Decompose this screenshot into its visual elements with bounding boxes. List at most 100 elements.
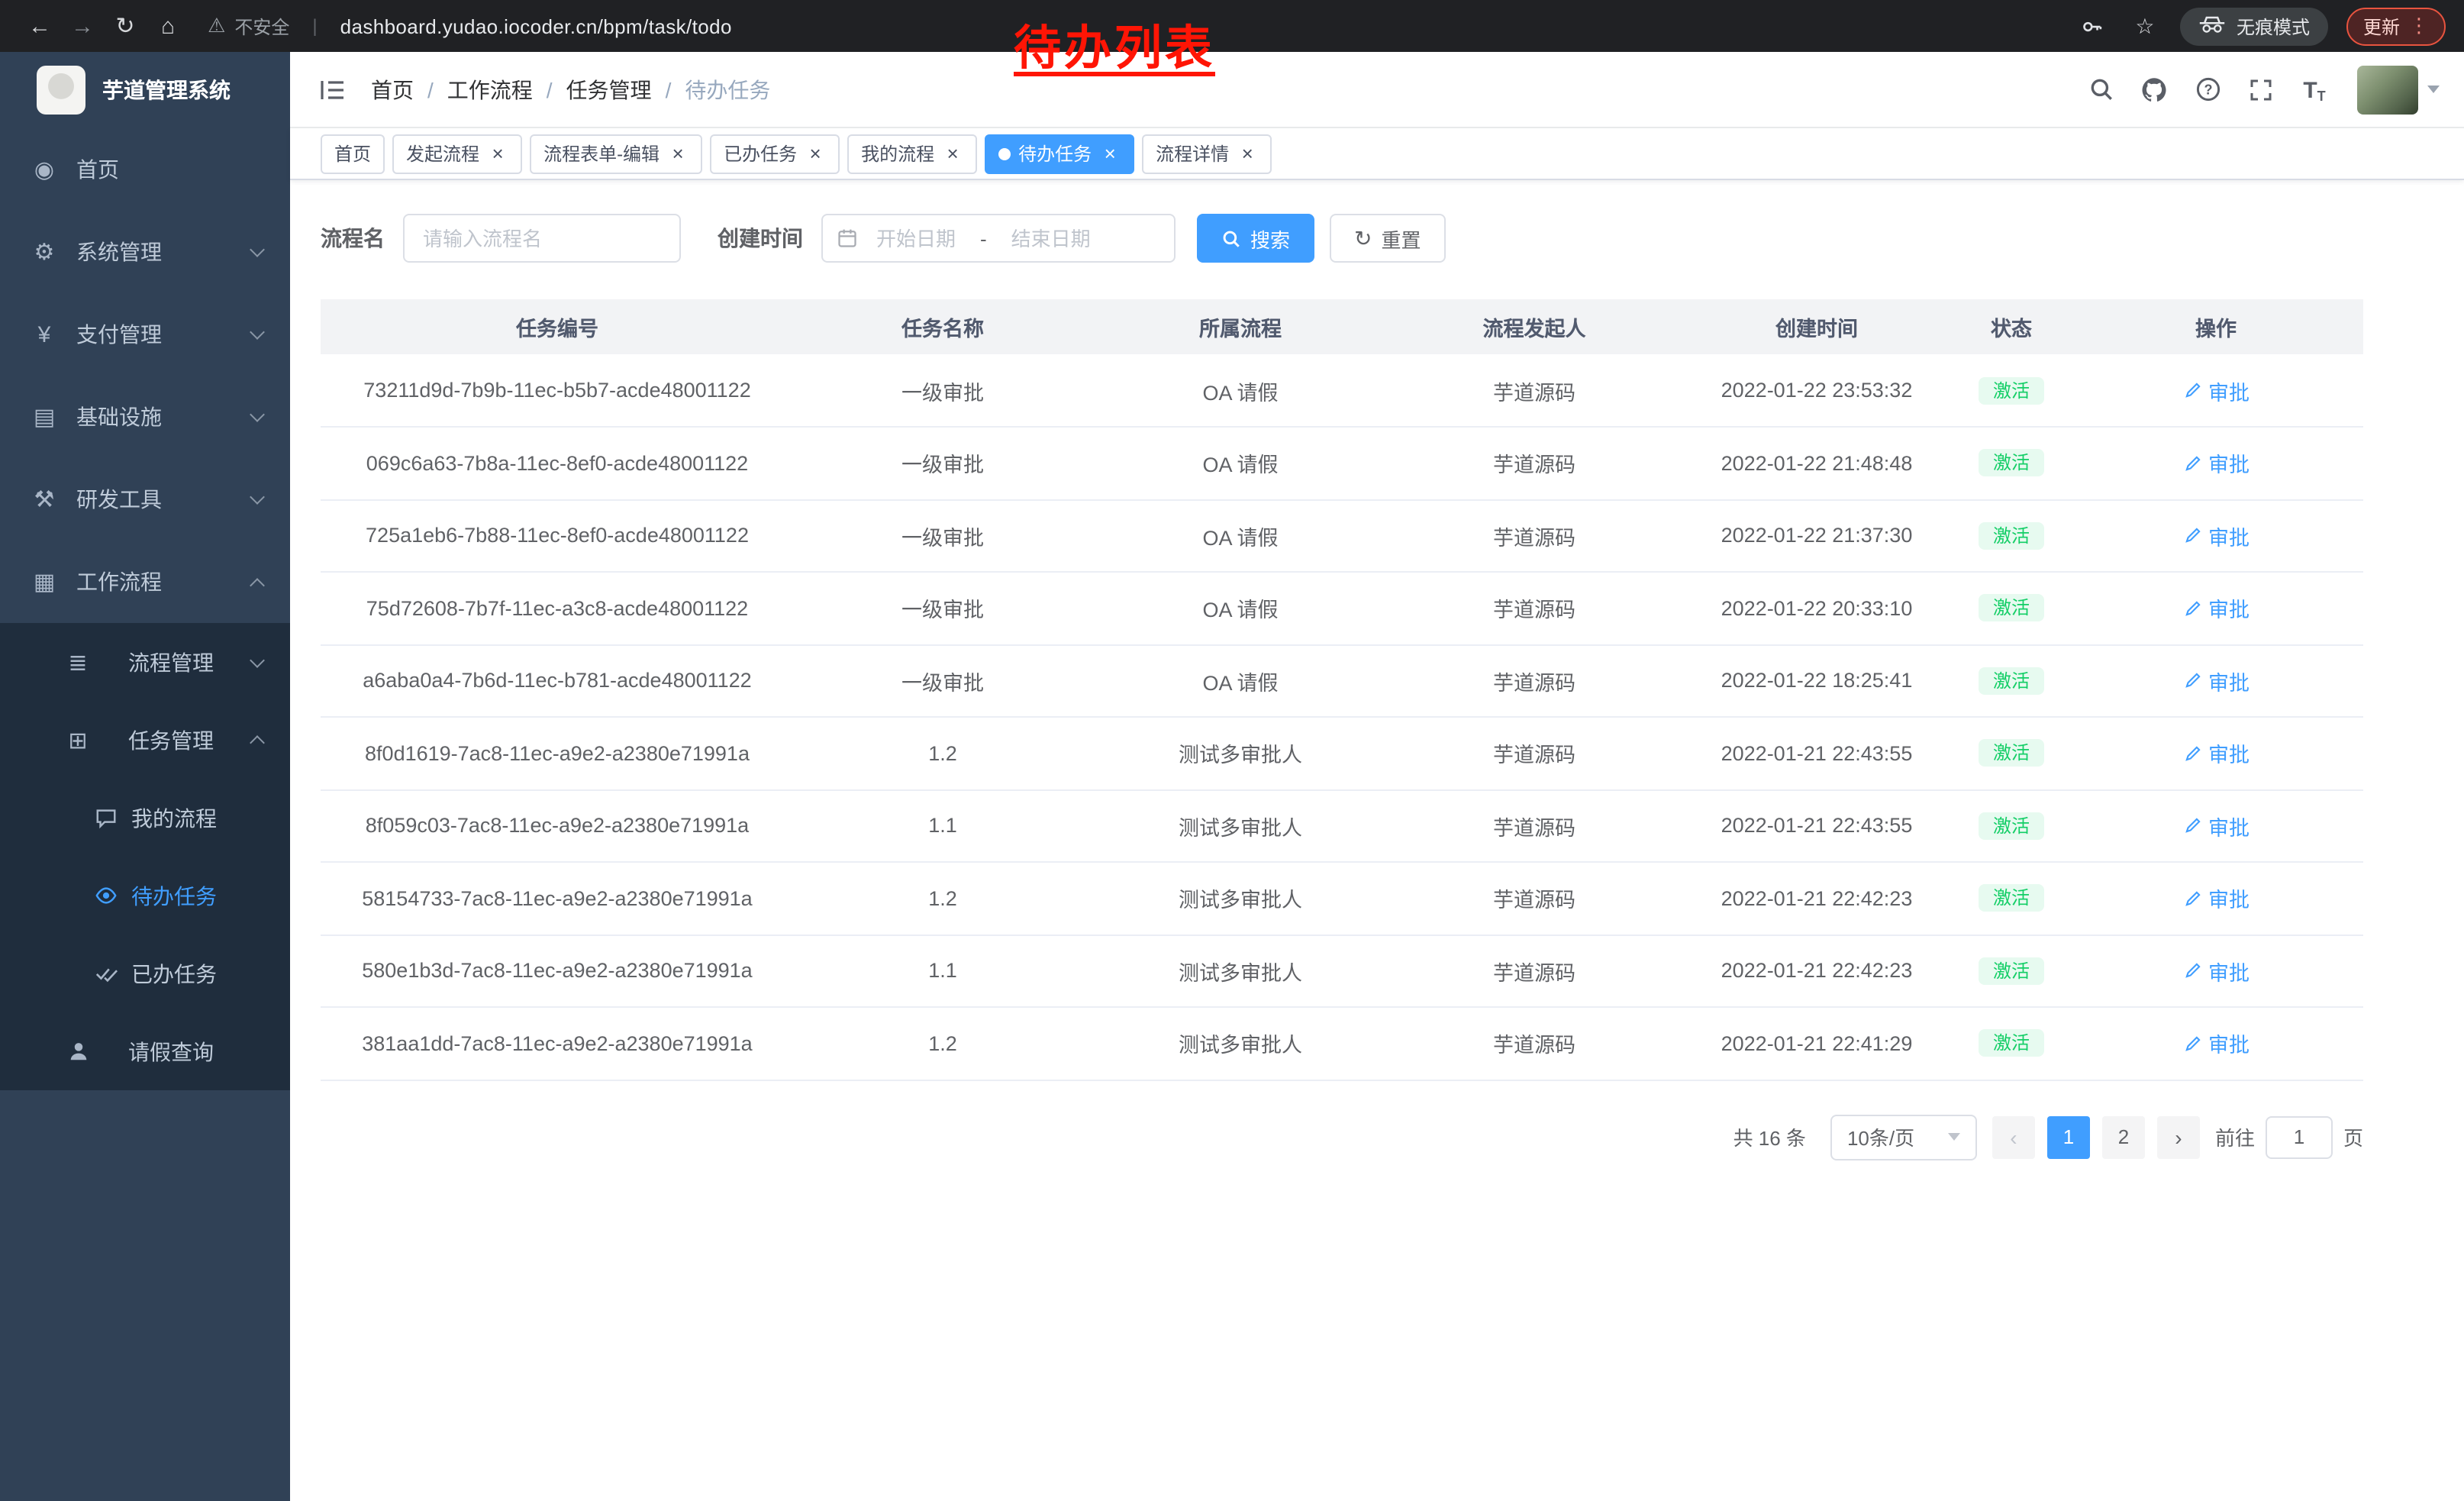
forward-icon[interactable]: → (61, 13, 104, 39)
tag-item[interactable]: 流程详情 × (1142, 134, 1272, 173)
cell-task-name: 1.2 (794, 1007, 1092, 1080)
pencil-icon (2182, 526, 2202, 546)
approve-link[interactable]: 审批 (2182, 448, 2250, 479)
sidebar-collapse-icon[interactable] (313, 69, 353, 109)
app-logo[interactable]: 芋道管理系统 (0, 52, 290, 128)
font-size-icon[interactable]: TT (2295, 69, 2334, 109)
cell-status: 激活 (1954, 354, 2069, 427)
close-icon[interactable]: × (667, 143, 689, 164)
cell-initiator: 芋道源码 (1389, 644, 1679, 717)
sidebar-item-infrastructure[interactable]: ▤ 基础设施 (0, 376, 290, 458)
approve-label: 审批 (2208, 375, 2250, 405)
key-icon[interactable] (2076, 15, 2110, 37)
breadcrumb-item[interactable]: 首页 (371, 74, 414, 105)
tag-item[interactable]: 流程表单-编辑× (530, 134, 702, 173)
address-separator: | (312, 15, 317, 37)
home-icon[interactable]: ⌂ (147, 13, 189, 39)
close-icon[interactable]: × (487, 143, 508, 164)
kebab-menu-icon[interactable]: ⋮ (2409, 14, 2429, 38)
process-name-input[interactable] (403, 214, 681, 263)
sidebar-item-todo-task[interactable]: 待办任务 (0, 857, 290, 934)
approve-link[interactable]: 审批 (2182, 521, 2250, 551)
app-title: 芋道管理系统 (102, 75, 231, 105)
table-row: 8f059c03-7ac8-11ec-a9e2-a2380e71991a1.1测… (321, 789, 2363, 862)
approve-link[interactable]: 审批 (2182, 738, 2250, 769)
approve-link[interactable]: 审批 (2182, 375, 2250, 405)
pager-pages: 12 (2047, 1115, 2145, 1158)
approve-link[interactable]: 审批 (2182, 811, 2250, 841)
cell-initiator: 芋道源码 (1389, 354, 1679, 427)
tag-item[interactable]: 已办任务 × (710, 134, 840, 173)
cell-task-name: 一级审批 (794, 572, 1092, 644)
search-icon[interactable] (2081, 69, 2121, 109)
update-button[interactable]: 更新 ⋮ (2346, 7, 2446, 45)
tag-item[interactable]: 我的流程× (847, 134, 977, 173)
start-date-input[interactable] (861, 227, 971, 250)
tag-item[interactable]: 发起流程× (392, 134, 522, 173)
cell-action: 审批 (2069, 789, 2363, 862)
incognito-badge: 无痕模式 (2180, 7, 2328, 45)
cell-initiator: 芋道源码 (1389, 789, 1679, 862)
tag-label: 已办任务 (724, 140, 797, 166)
pencil-icon (2182, 744, 2202, 763)
end-date-input[interactable] (996, 227, 1106, 250)
back-icon[interactable]: ← (18, 13, 61, 39)
goto-page-input[interactable] (2266, 1115, 2333, 1158)
tag-item[interactable]: 首页 (321, 134, 385, 173)
close-icon[interactable]: × (1099, 143, 1121, 164)
fullscreen-icon[interactable] (2241, 69, 2281, 109)
reset-button[interactable]: ↻ 重置 (1330, 214, 1446, 263)
date-range-picker[interactable]: - (821, 214, 1176, 263)
status-badge: 激活 (1979, 595, 2043, 622)
address-bar[interactable]: ⚠ 不安全 | dashboard.yudao.iocoder.cn/bpm/t… (208, 13, 732, 39)
avatar-image (2357, 65, 2418, 114)
approve-link[interactable]: 审批 (2182, 883, 2250, 914)
sidebar-item-leave-query[interactable]: 请假查询 (0, 1012, 290, 1090)
help-icon[interactable]: ? (2188, 69, 2227, 109)
bookmark-star-icon[interactable]: ☆ (2128, 13, 2162, 39)
sidebar-item-system[interactable]: ⚙ 系统管理 (0, 211, 290, 293)
approve-link[interactable]: 审批 (2182, 593, 2250, 624)
pencil-icon (2182, 816, 2202, 836)
sidebar-item-process-mgmt[interactable]: ≣ 流程管理 (0, 623, 290, 701)
status-badge: 激活 (1979, 667, 2043, 695)
sidebar-item-my-process[interactable]: 我的流程 (0, 779, 290, 857)
column-header-status: 状态 (1954, 299, 2069, 354)
close-icon[interactable]: × (1237, 143, 1258, 164)
sidebar-item-home[interactable]: ◉ 首页 (0, 128, 290, 211)
breadcrumb-item[interactable]: 任务管理 (566, 74, 652, 105)
page-button-1[interactable]: 1 (2047, 1115, 2090, 1158)
approve-label: 审批 (2208, 738, 2250, 769)
total-count-label: 共 16 条 (1734, 1122, 1806, 1151)
font-size-small-glyph: T (2317, 88, 2326, 103)
page-button-2[interactable]: 2 (2102, 1115, 2145, 1158)
search-button[interactable]: 搜索 (1197, 214, 1314, 263)
cell-status: 激活 (1954, 934, 2069, 1007)
gear-icon: ⚙ (31, 238, 58, 266)
github-icon[interactable] (2134, 69, 2174, 109)
sidebar-item-payment[interactable]: ¥ 支付管理 (0, 293, 290, 376)
workflow-submenu: ≣ 流程管理 ⊞ 任务管理 我的流程 (0, 623, 290, 1090)
approve-label: 审批 (2208, 666, 2250, 696)
tag-item[interactable]: 待办任务× (985, 134, 1134, 173)
logo-avatar (37, 66, 85, 115)
close-icon[interactable]: × (805, 143, 826, 164)
approve-link[interactable]: 审批 (2182, 956, 2250, 986)
sidebar-item-workflow[interactable]: ▦ 工作流程 (0, 541, 290, 623)
user-avatar[interactable] (2357, 65, 2440, 114)
breadcrumb-item[interactable]: 工作流程 (447, 74, 533, 105)
tag-label: 流程详情 (1156, 140, 1229, 166)
close-icon[interactable]: × (942, 143, 963, 164)
update-label: 更新 (2363, 13, 2400, 39)
next-page-button[interactable]: › (2157, 1115, 2200, 1158)
page-size-select[interactable]: 10条/页 (1830, 1114, 1977, 1160)
sidebar-item-done-task[interactable]: 已办任务 (0, 934, 290, 1012)
reload-icon[interactable]: ↻ (104, 12, 147, 40)
approve-link[interactable]: 审批 (2182, 1028, 2250, 1059)
sidebar-item-task-mgmt[interactable]: ⊞ 任务管理 (0, 701, 290, 779)
prev-page-button[interactable]: ‹ (1992, 1115, 2035, 1158)
sidebar-item-devtools[interactable]: ⚒ 研发工具 (0, 458, 290, 541)
table-row: 069c6a63-7b8a-11ec-8ef0-acde48001122一级审批… (321, 427, 2363, 499)
sidebar-item-label: 我的流程 (131, 802, 217, 833)
approve-link[interactable]: 审批 (2182, 666, 2250, 696)
